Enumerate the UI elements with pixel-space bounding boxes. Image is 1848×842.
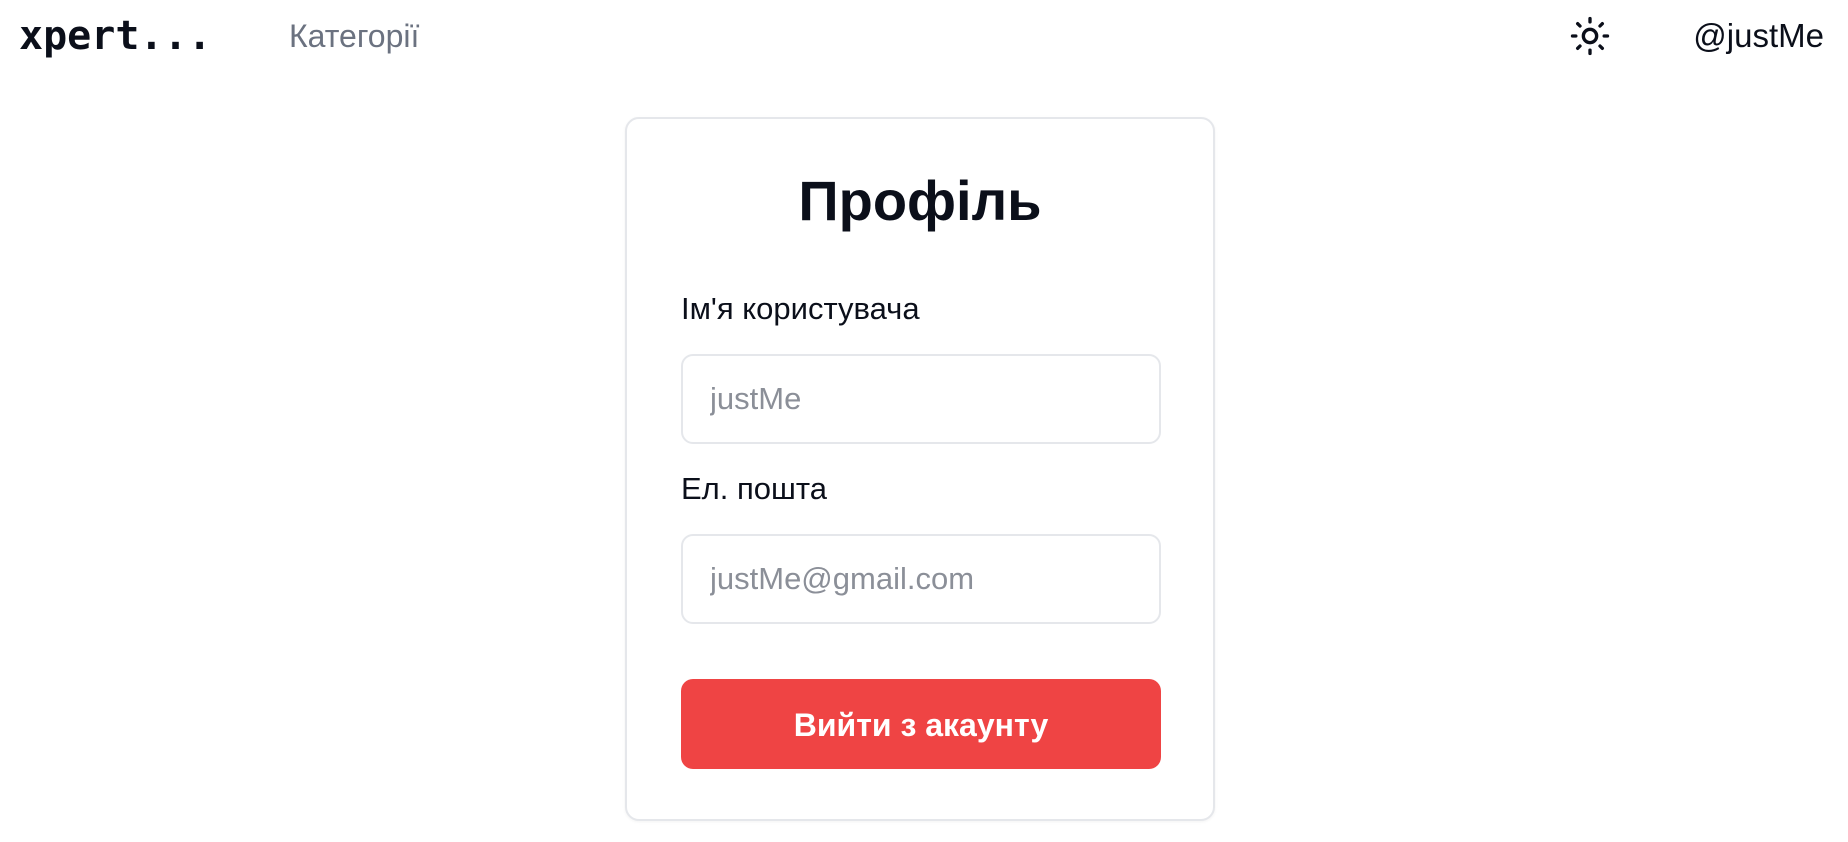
theme-toggle-button[interactable] — [1568, 14, 1612, 58]
profile-card: Профіль Ім'я користувача Ел. пошта Вийти… — [625, 117, 1215, 821]
logout-button[interactable]: Вийти з акаунту — [681, 679, 1161, 769]
page-title: Профіль — [798, 169, 1042, 232]
nav-link-categories[interactable]: Категорії — [289, 16, 419, 56]
logo[interactable]: xpert... — [19, 12, 212, 60]
email-label: Ел. пошта — [681, 471, 827, 506]
top-navigation-bar: xpert... Категорії @justMe — [0, 0, 1848, 72]
email-input[interactable] — [681, 534, 1161, 624]
username-input[interactable] — [681, 354, 1161, 444]
username-label: Ім'я користувача — [681, 291, 920, 326]
user-handle-link[interactable]: @justMe — [1693, 16, 1824, 56]
sun-icon — [1570, 16, 1610, 56]
